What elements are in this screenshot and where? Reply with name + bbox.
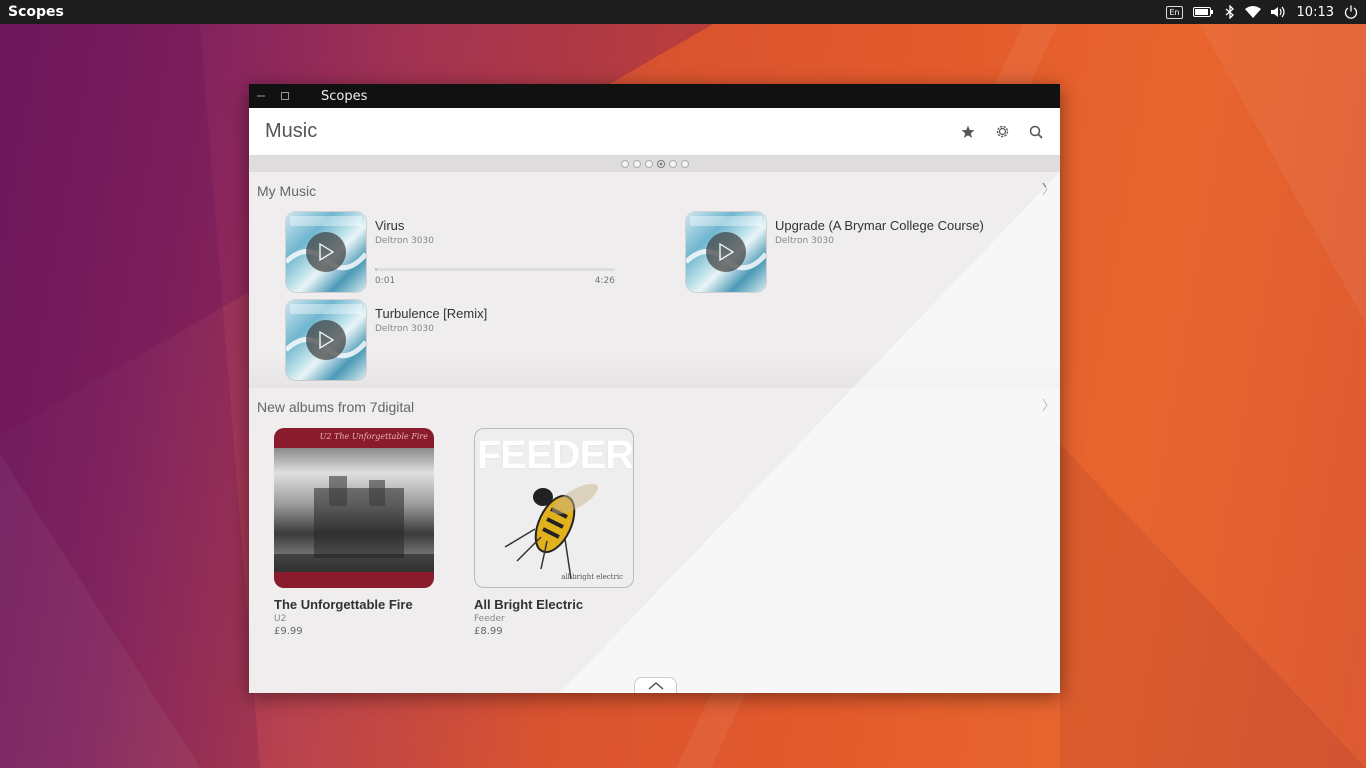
category-header-new-albums[interactable]: New albums from 7digital (249, 388, 1060, 426)
album-price: £9.99 (274, 626, 303, 637)
cover-subtext: all bright electric (561, 573, 623, 581)
battery-icon[interactable] (1192, 0, 1215, 24)
track-title: Virus (375, 218, 405, 233)
top-panel: Scopes En 10:13 (0, 0, 1366, 24)
album-cover: FEEDER all bright electric (474, 428, 634, 588)
header-actions (956, 120, 1060, 144)
scope-title: Music (265, 120, 318, 142)
album-title: All Bright Electric (474, 597, 584, 612)
page-dot[interactable] (620, 160, 629, 168)
play-button[interactable] (706, 232, 746, 272)
progress-bar[interactable] (375, 268, 615, 271)
page-dot[interactable] (668, 160, 677, 168)
window-titlebar[interactable]: Scopes (249, 84, 1060, 108)
page-dot[interactable] (632, 160, 641, 168)
keyboard-layout-label: En (1166, 5, 1183, 19)
page-dot[interactable] (656, 160, 665, 168)
track-artist: Deltron 3030 (375, 236, 434, 246)
play-button[interactable] (306, 232, 346, 272)
settings-icon (996, 125, 1008, 138)
track-progress[interactable]: 0:01 4:26 (375, 268, 615, 286)
track-title: Upgrade (A Brymar College Course) (775, 218, 984, 233)
window-title: Scopes (321, 88, 368, 104)
category-new-albums: New albums from 7digital U2 The Unforget… (249, 388, 1060, 688)
maximize-button[interactable] (273, 84, 297, 108)
category-title: My Music (257, 183, 317, 199)
album-card-all-bright-electric[interactable]: FEEDER all bright electric All Bright El… (474, 428, 634, 637)
search-button[interactable] (1024, 120, 1048, 144)
indicator-area: En 10:13 (1166, 0, 1366, 24)
album-card-unforgettable-fire[interactable]: U2 The Unforgettable Fire The Unforgetta… (274, 428, 434, 637)
category-my-music: My Music Virus Deltron 3030 0:01 4:26 Up… (249, 172, 1060, 388)
scope-page-indicator (249, 156, 1060, 172)
play-icon (719, 243, 734, 261)
play-icon (319, 331, 334, 349)
album-artist: U2 (274, 614, 287, 624)
total-duration: 4:26 (594, 276, 615, 286)
minimize-button[interactable] (249, 84, 273, 108)
album-cover (286, 212, 366, 292)
scope-content: My Music Virus Deltron 3030 0:01 4:26 Up… (249, 172, 1060, 693)
settings-button[interactable] (990, 120, 1014, 144)
bottom-edge-handle[interactable] (634, 677, 677, 693)
track-artist: Deltron 3030 (375, 324, 434, 334)
track-card-virus[interactable]: Virus Deltron 3030 0:01 4:26 (286, 212, 615, 292)
track-info: Turbulence [Remix] Deltron 3030 (375, 300, 487, 380)
scope-header: Music (249, 108, 1060, 156)
clock[interactable]: 10:13 (1297, 0, 1334, 24)
page-dot[interactable] (680, 160, 689, 168)
album-price: £8.99 (474, 626, 503, 637)
keyboard-indicator[interactable]: En (1166, 0, 1183, 24)
volume-icon[interactable] (1270, 0, 1287, 24)
power-icon[interactable] (1344, 0, 1358, 24)
bluetooth-icon[interactable] (1225, 0, 1235, 24)
album-artist: Feeder (474, 614, 505, 624)
album-title: The Unforgettable Fire (274, 597, 413, 612)
chevron-up-icon (648, 681, 663, 689)
chevron-right-icon[interactable] (1042, 182, 1048, 200)
elapsed-time: 0:01 (375, 276, 396, 286)
chevron-right-icon[interactable] (1042, 398, 1048, 416)
track-info: Upgrade (A Brymar College Course) Deltro… (775, 212, 984, 292)
track-card-upgrade[interactable]: Upgrade (A Brymar College Course) Deltro… (686, 212, 984, 292)
category-header-my-music[interactable]: My Music (249, 172, 1060, 210)
album-cover (286, 300, 366, 380)
wasp-icon (504, 483, 598, 580)
album-cover: U2 The Unforgettable Fire (274, 428, 434, 588)
track-card-turbulence[interactable]: Turbulence [Remix] Deltron 3030 (286, 300, 487, 380)
track-artist: Deltron 3030 (775, 236, 834, 246)
progress-fill (375, 268, 378, 271)
page-dot[interactable] (644, 160, 653, 168)
star-icon (961, 125, 975, 138)
album-cover (686, 212, 766, 292)
track-title: Turbulence [Remix] (375, 306, 488, 321)
scopes-window: Scopes Music My Music Virus Deltron 3030… (249, 84, 1060, 693)
play-button[interactable] (306, 320, 346, 360)
favorite-button[interactable] (956, 120, 980, 144)
category-title: New albums from 7digital (257, 399, 415, 415)
panel-app-name: Scopes (8, 4, 64, 20)
play-icon (319, 243, 334, 261)
search-icon (1029, 125, 1043, 139)
wifi-icon[interactable] (1244, 0, 1261, 24)
